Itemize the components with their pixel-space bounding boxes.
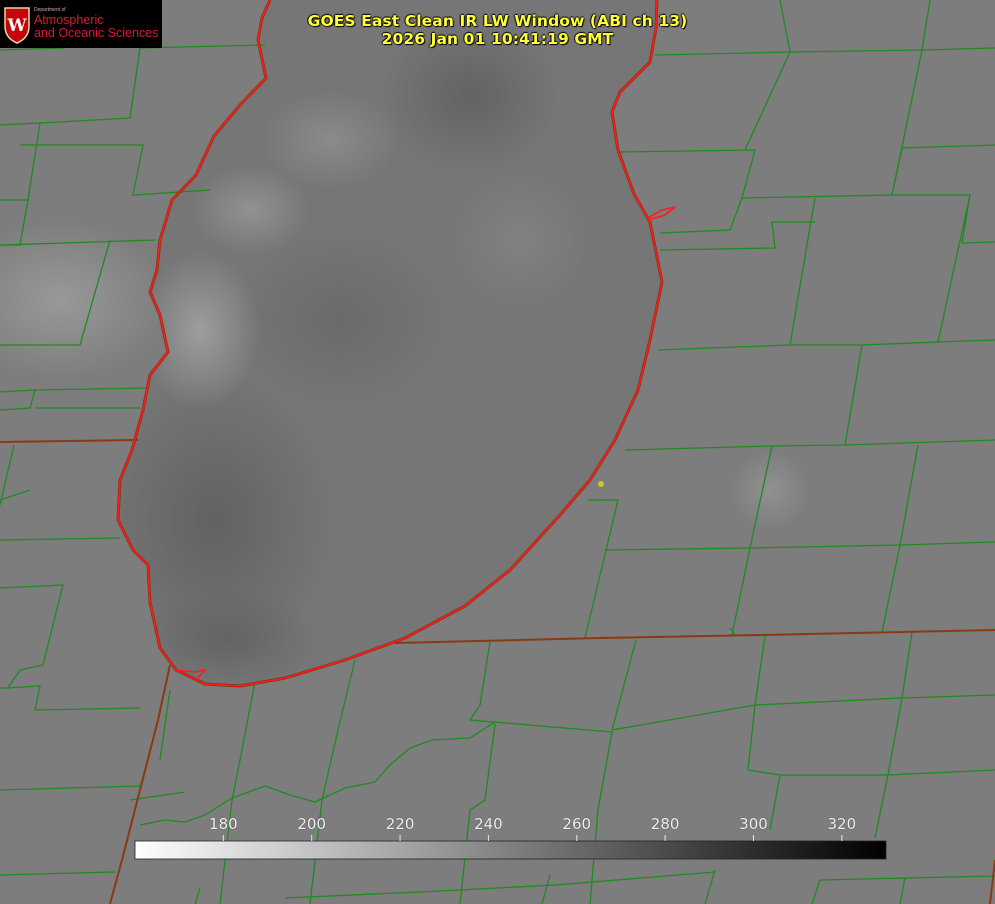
colorbar-tick-label: 200 (297, 815, 327, 833)
colorbar-tick-label: 220 (385, 815, 415, 833)
colorbar-tick-label: 280 (650, 815, 680, 833)
colorbar-tick-label: 180 (209, 815, 238, 833)
image-timestamp: 2026 Jan 01 10:41:19 GMT (381, 30, 614, 48)
colorbar-tick-label: 300 (739, 815, 768, 833)
colorbar-tick-label: 320 (827, 815, 857, 833)
colorbar-gradient (134, 840, 887, 860)
city-dot-icon (598, 481, 604, 487)
land-cloud-patch (730, 450, 810, 530)
colorbar-tick-label: 240 (474, 815, 503, 833)
image-title: GOES East Clean IR LW Window (ABI ch 13) (307, 12, 688, 30)
satellite-map (0, 0, 995, 904)
satellite-image-viewer: W Department of Atmospheric and Oceanic … (0, 0, 995, 904)
colorbar-tick-label: 260 (562, 815, 592, 833)
